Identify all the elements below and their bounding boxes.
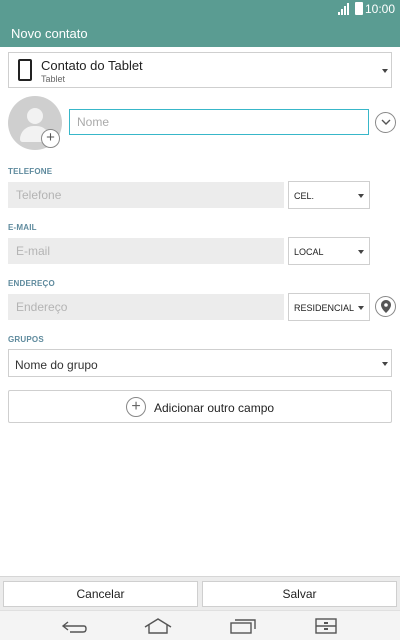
phone-section-label: TELEFONE — [8, 167, 53, 176]
email-type-value: LOCAL — [294, 247, 324, 257]
account-selector[interactable]: Contato do Tablet Tablet — [8, 52, 392, 88]
back-icon[interactable] — [60, 618, 88, 634]
page-title: Novo contato — [11, 26, 88, 41]
chevron-down-icon — [381, 119, 391, 125]
home-icon[interactable] — [144, 618, 172, 634]
add-photo-button[interactable]: + — [41, 129, 60, 148]
chevron-down-icon — [358, 250, 364, 254]
phone-input[interactable] — [8, 182, 284, 208]
battery-icon — [355, 2, 363, 15]
chevron-down-icon — [382, 69, 388, 73]
expand-name-button[interactable] — [375, 112, 396, 133]
groups-section-label: GRUPOS — [8, 335, 44, 344]
chevron-down-icon — [358, 194, 364, 198]
tablet-icon — [18, 59, 32, 81]
cancel-button[interactable]: Cancelar — [3, 581, 198, 607]
account-title: Contato do Tablet — [41, 58, 143, 73]
chevron-down-icon — [382, 362, 388, 366]
map-location-button[interactable] — [375, 296, 396, 317]
title-bar: Novo contato — [0, 18, 400, 47]
recent-apps-icon[interactable] — [230, 618, 256, 634]
address-input[interactable] — [8, 294, 284, 320]
phone-type-value: CEL. — [294, 191, 315, 201]
email-section-label: E-MAIL — [8, 223, 37, 232]
signal-icon — [338, 3, 349, 15]
plus-icon: + — [126, 397, 146, 417]
dual-window-icon[interactable] — [315, 618, 337, 634]
account-subtitle: Tablet — [41, 74, 66, 84]
save-button[interactable]: Salvar — [202, 581, 397, 607]
address-section-label: ENDEREÇO — [8, 279, 55, 288]
phone-type-select[interactable]: CEL. — [288, 181, 370, 209]
status-time: 10:00 — [364, 2, 395, 16]
action-bar: Cancelar Salvar — [0, 576, 400, 610]
chevron-down-icon — [358, 306, 364, 310]
avatar-head — [27, 108, 43, 124]
navigation-bar — [0, 610, 400, 640]
group-value: Nome do grupo — [15, 358, 98, 372]
address-type-select[interactable]: RESIDENCIAL — [288, 293, 370, 321]
address-type-value: RESIDENCIAL — [294, 303, 355, 313]
add-field-button[interactable]: + Adicionar outro campo — [8, 390, 392, 423]
status-bar: 10:00 — [0, 0, 400, 18]
name-input[interactable] — [69, 109, 369, 135]
add-field-label: Adicionar outro campo — [154, 401, 275, 415]
location-pin-icon — [381, 300, 391, 313]
email-input[interactable] — [8, 238, 284, 264]
email-type-select[interactable]: LOCAL — [288, 237, 370, 265]
group-select[interactable]: Nome do grupo — [8, 349, 392, 377]
